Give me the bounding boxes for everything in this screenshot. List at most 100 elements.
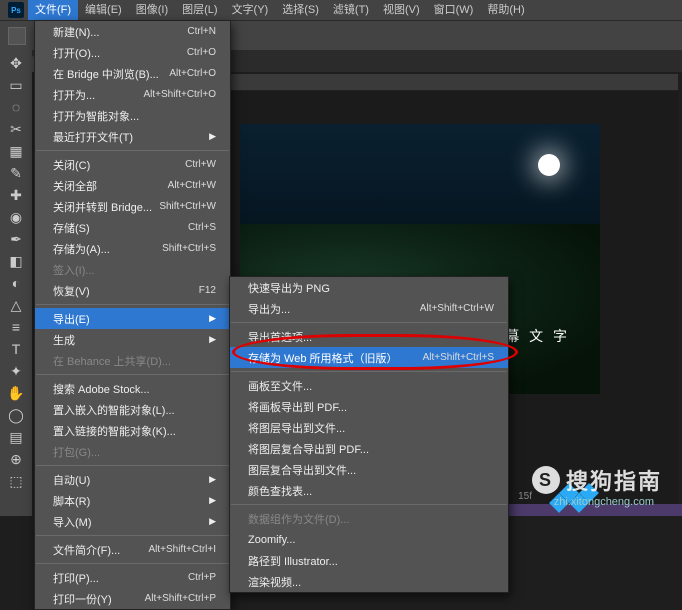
menu-item-label: 数据组作为文件(D)... [248, 511, 494, 527]
menu-item-label: 置入嵌入的智能对象(L)... [53, 402, 216, 418]
tool-15[interactable]: ✋ [3, 382, 29, 404]
file-menu: 新建(N)...Ctrl+N打开(O)...Ctrl+O在 Bridge 中浏览… [34, 20, 231, 610]
menu-7[interactable]: 视图(V) [376, 0, 427, 20]
menu-item-label: 签入(I)... [53, 262, 216, 278]
file-item-9[interactable]: 关闭并转到 Bridge...Shift+Ctrl+W [35, 196, 230, 217]
tool-2[interactable]: ◌ [3, 96, 29, 118]
file-item-28[interactable]: 文件简介(F)...Alt+Shift+Ctrl+I [35, 539, 230, 560]
export-item-14[interactable]: Zoomify... [230, 529, 508, 550]
toolbar: ✥▭◌✂▦✎✚◉✒◧◐△≡T✦✋◯▤⊕⬚ [0, 50, 32, 516]
menu-1[interactable]: 编辑(E) [78, 0, 129, 20]
menu-item-label: 关闭全部 [53, 178, 168, 194]
file-item-13[interactable]: 恢复(V)F12 [35, 280, 230, 301]
export-item-0[interactable]: 快速导出为 PNG [230, 277, 508, 298]
tool-7[interactable]: ◉ [3, 206, 29, 228]
file-item-26[interactable]: 导入(M)▶ [35, 511, 230, 532]
file-item-8[interactable]: 关闭全部Alt+Ctrl+W [35, 175, 230, 196]
file-item-0[interactable]: 新建(N)...Ctrl+N [35, 21, 230, 42]
tool-1[interactable]: ▭ [3, 74, 29, 96]
export-item-16[interactable]: 渲染视频... [230, 571, 508, 592]
menu-item-label: 画板至文件... [248, 378, 494, 394]
submenu-arrow-icon: ▶ [209, 474, 216, 485]
tool-10[interactable]: ◐ [3, 272, 29, 294]
tool-14[interactable]: ✦ [3, 360, 29, 382]
export-item-11[interactable]: 颜色查找表... [230, 480, 508, 501]
file-item-19[interactable]: 搜索 Adobe Stock... [35, 378, 230, 399]
tool-18[interactable]: ⊕ [3, 448, 29, 470]
file-item-21[interactable]: 置入链接的智能对象(K)... [35, 420, 230, 441]
file-item-2[interactable]: 在 Bridge 中浏览(B)...Alt+Ctrl+O [35, 63, 230, 84]
export-item-13: 数据组作为文件(D)... [230, 508, 508, 529]
menu-0[interactable]: 文件(F) [28, 0, 78, 20]
file-item-17: 在 Behance 上共享(D)... [35, 350, 230, 371]
menu-item-label: 将画板导出到 PDF... [248, 399, 494, 415]
export-item-1[interactable]: 导出为...Alt+Shift+Ctrl+W [230, 298, 508, 319]
tool-3[interactable]: ✂ [3, 118, 29, 140]
menu-shortcut: Ctrl+N [187, 26, 216, 37]
export-submenu: 快速导出为 PNG导出为...Alt+Shift+Ctrl+W导出首选项...存… [229, 276, 509, 593]
file-item-25[interactable]: 脚本(R)▶ [35, 490, 230, 511]
menu-4[interactable]: 文字(Y) [225, 0, 276, 20]
menu-item-label: 导出为... [248, 301, 420, 317]
watermark: S 搜狗指南 [532, 464, 662, 496]
file-item-24[interactable]: 自动(U)▶ [35, 469, 230, 490]
tool-6[interactable]: ✚ [3, 184, 29, 206]
menu-item-label: 置入链接的智能对象(K)... [53, 423, 216, 439]
menu-8[interactable]: 窗口(W) [427, 0, 481, 20]
file-separator [36, 535, 229, 536]
sogou-logo-icon: S [532, 466, 560, 494]
tool-9[interactable]: ◧ [3, 250, 29, 272]
file-item-22: 打包(G)... [35, 441, 230, 462]
menu-shortcut: Alt+Shift+Ctrl+P [145, 593, 216, 604]
tool-12[interactable]: ≡ [3, 316, 29, 338]
export-item-10[interactable]: 图层复合导出到文件... [230, 459, 508, 480]
submenu-arrow-icon: ▶ [209, 334, 216, 345]
file-item-7[interactable]: 关闭(C)Ctrl+W [35, 154, 230, 175]
menu-item-label: 存储为 Web 所用格式（旧版） [248, 350, 423, 366]
tool-16[interactable]: ◯ [3, 404, 29, 426]
menu-shortcut: Ctrl+O [187, 47, 216, 58]
move-tool-icon[interactable] [8, 27, 26, 45]
menu-shortcut: Ctrl+W [185, 159, 216, 170]
tool-4[interactable]: ▦ [3, 140, 29, 162]
app-logo: Ps [8, 2, 24, 18]
menu-5[interactable]: 选择(S) [275, 0, 326, 20]
file-item-20[interactable]: 置入嵌入的智能对象(L)... [35, 399, 230, 420]
file-item-31[interactable]: 打印一份(Y)Alt+Shift+Ctrl+P [35, 588, 230, 609]
tool-17[interactable]: ▤ [3, 426, 29, 448]
menu-3[interactable]: 图层(L) [175, 0, 224, 20]
file-item-1[interactable]: 打开(O)...Ctrl+O [35, 42, 230, 63]
menu-item-label: 快速导出为 PNG [248, 280, 494, 296]
file-item-11[interactable]: 存储为(A)...Shift+Ctrl+S [35, 238, 230, 259]
menu-shortcut: Ctrl+P [188, 572, 216, 583]
tool-11[interactable]: △ [3, 294, 29, 316]
export-item-4[interactable]: 存储为 Web 所用格式（旧版）Alt+Shift+Ctrl+S [230, 347, 508, 368]
file-item-5[interactable]: 最近打开文件(T)▶ [35, 126, 230, 147]
file-item-10[interactable]: 存储(S)Ctrl+S [35, 217, 230, 238]
menu-item-label: 新建(N)... [53, 24, 187, 40]
tool-5[interactable]: ✎ [3, 162, 29, 184]
menu-item-label: 搜索 Adobe Stock... [53, 381, 216, 397]
tool-0[interactable]: ✥ [3, 52, 29, 74]
file-item-30[interactable]: 打印(P)...Ctrl+P [35, 567, 230, 588]
export-item-9[interactable]: 将图层复合导出到 PDF... [230, 438, 508, 459]
menu-item-label: 恢复(V) [53, 283, 199, 299]
menu-2[interactable]: 图像(I) [129, 0, 175, 20]
menu-shortcut: Alt+Ctrl+O [169, 68, 216, 79]
export-item-7[interactable]: 将画板导出到 PDF... [230, 396, 508, 417]
export-separator [231, 371, 507, 372]
file-item-4[interactable]: 打开为智能对象... [35, 105, 230, 126]
file-item-12: 签入(I)... [35, 259, 230, 280]
export-item-6[interactable]: 画板至文件... [230, 375, 508, 396]
export-item-3[interactable]: 导出首选项... [230, 326, 508, 347]
tool-13[interactable]: T [3, 338, 29, 360]
menu-9[interactable]: 帮助(H) [480, 0, 531, 20]
menu-6[interactable]: 滤镜(T) [326, 0, 376, 20]
file-item-3[interactable]: 打开为...Alt+Shift+Ctrl+O [35, 84, 230, 105]
export-item-15[interactable]: 路径到 Illustrator... [230, 550, 508, 571]
tool-8[interactable]: ✒ [3, 228, 29, 250]
file-item-16[interactable]: 生成▶ [35, 329, 230, 350]
file-item-15[interactable]: 导出(E)▶ [35, 308, 230, 329]
export-item-8[interactable]: 将图层导出到文件... [230, 417, 508, 438]
tool-19[interactable]: ⬚ [3, 470, 29, 492]
